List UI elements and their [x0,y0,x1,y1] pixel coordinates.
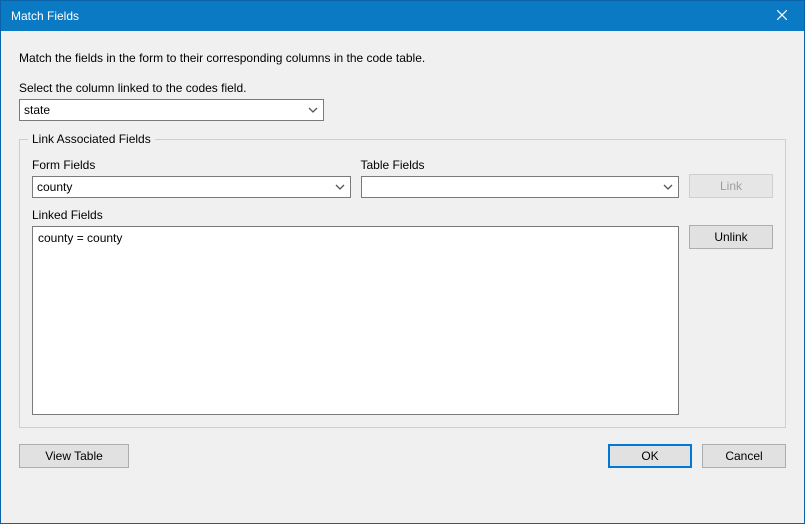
linked-fields-listbox[interactable]: county = county [32,226,679,415]
dialog-title: Match Fields [11,1,79,31]
cancel-button-label: Cancel [725,449,762,463]
linked-fields-wrap: Linked Fields county = county [32,208,679,415]
ok-button-label: OK [641,449,658,463]
view-table-button[interactable]: View Table [19,444,129,468]
chevron-down-icon [332,179,348,195]
chevron-down-icon [660,179,676,195]
chevron-down-icon [305,102,321,118]
table-fields-combo[interactable] [361,176,680,198]
link-button-label: Link [720,179,742,193]
dialog-window: Match Fields Match the fields in the for… [0,0,805,524]
unlink-button[interactable]: Unlink [689,225,773,249]
link-associated-fields-group: Link Associated Fields Form Fields count… [19,139,786,428]
linked-area: Linked Fields county = county Unlink [32,208,773,415]
footer-right: OK Cancel [608,444,786,468]
instruction-text: Match the fields in the form to their co… [19,51,786,65]
linked-fields-label: Linked Fields [32,208,679,222]
list-item[interactable]: county = county [38,230,673,246]
unlink-button-label: Unlink [714,230,747,244]
codes-column-label: Select the column linked to the codes fi… [19,81,786,95]
table-fields-col: Table Fields [361,158,680,198]
table-fields-label: Table Fields [361,158,680,172]
ok-button[interactable]: OK [608,444,692,468]
spacer [689,208,773,225]
form-fields-value: county [37,180,72,194]
form-fields-combo[interactable]: county [32,176,351,198]
codes-column-combo[interactable]: state [19,99,324,121]
close-icon [777,9,787,23]
dialog-footer: View Table OK Cancel [19,444,786,468]
close-button[interactable] [759,1,804,31]
cancel-button[interactable]: Cancel [702,444,786,468]
link-button: Link [689,174,773,198]
form-fields-col: Form Fields county [32,158,351,198]
dialog-content: Match the fields in the form to their co… [1,31,804,523]
codes-column-value: state [24,103,50,117]
form-fields-label: Form Fields [32,158,351,172]
fields-row: Form Fields county Table Fields [32,158,773,198]
group-title: Link Associated Fields [28,132,155,146]
title-bar: Match Fields [1,1,804,31]
view-table-label: View Table [45,449,103,463]
